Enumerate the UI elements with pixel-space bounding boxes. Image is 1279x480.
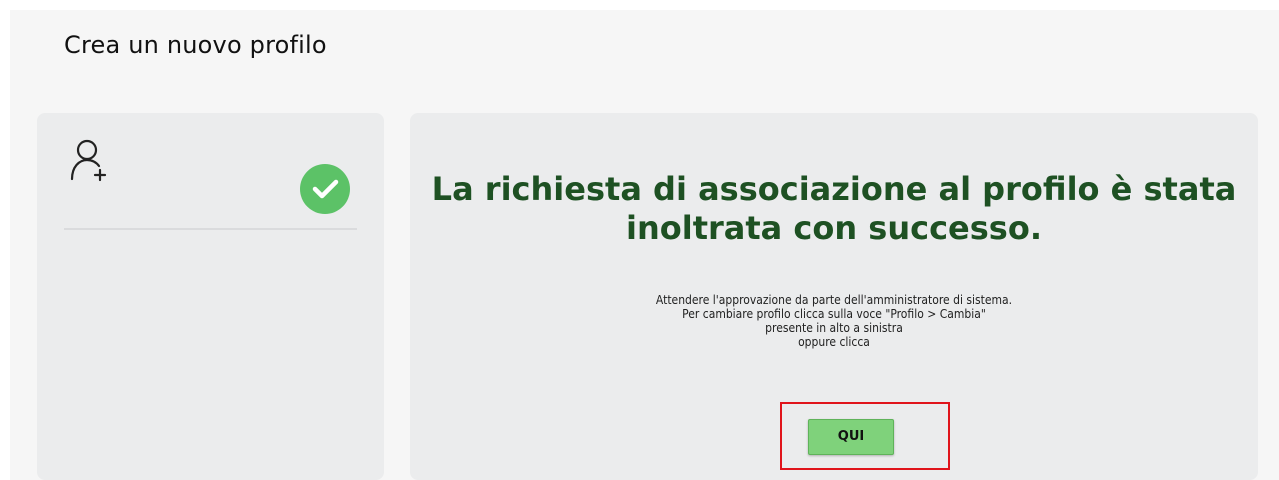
side-card-divider	[64, 228, 357, 230]
success-title: La richiesta di associazione al profilo …	[410, 170, 1258, 248]
page-title: Crea un nuovo profilo	[64, 31, 327, 59]
instructions-line-1: Attendere l'approvazione da parte dell'a…	[655, 293, 1013, 307]
instructions-line-2: Per cambiare profilo clicca sulla voce "…	[682, 307, 986, 321]
instructions-line-3: presente in alto a sinistra	[765, 321, 903, 335]
instructions-text: Attendere l'approvazione da parte dell'a…	[410, 293, 1258, 349]
instructions-line-4: oppure clicca	[798, 335, 870, 349]
user-add-icon	[70, 139, 107, 182]
qui-button[interactable]: QUI	[808, 419, 894, 455]
check-circle-icon	[300, 164, 350, 214]
page: Crea un nuovo profilo La richiesta di as…	[10, 10, 1279, 480]
confirmation-card: La richiesta di associazione al profilo …	[410, 113, 1258, 480]
profile-side-card	[37, 113, 384, 480]
success-title-line-2: inoltrata con successo.	[626, 209, 1042, 247]
success-title-line-1: La richiesta di associazione al profilo …	[431, 170, 1237, 208]
